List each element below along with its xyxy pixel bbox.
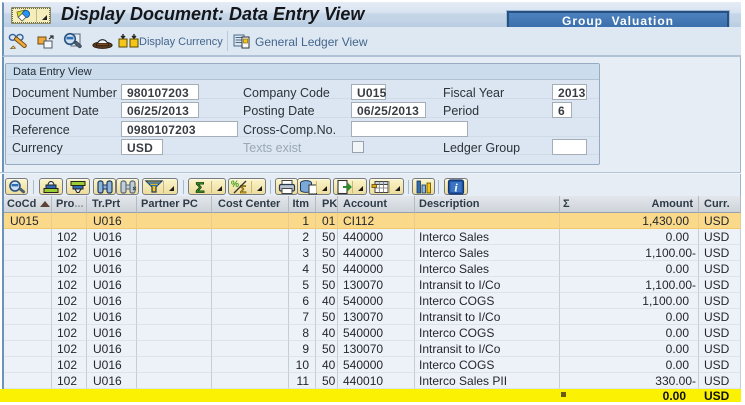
svg-text:Σ: Σ [195,180,204,196]
svg-text:%: % [231,179,239,189]
